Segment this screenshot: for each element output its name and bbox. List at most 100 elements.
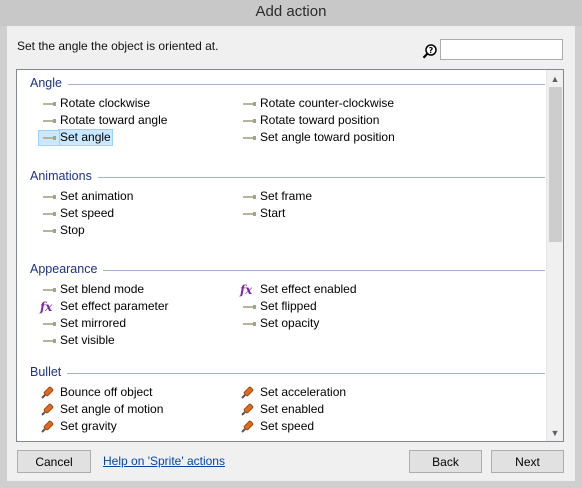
next-button[interactable]: Next [491,450,564,473]
action-item-label: Set blend mode [60,282,145,296]
action-item[interactable]: Set mirrored [39,315,127,332]
action-item[interactable]: Set angle toward position [239,129,396,146]
search-input[interactable] [440,39,563,60]
action-item[interactable]: Set angle of motion [39,401,164,418]
action-item[interactable]: Set acceleration [239,384,347,401]
category-title: Bullet [30,365,62,379]
action-item-label: Set speed [60,206,115,220]
action-item-label: Set visible [60,333,115,347]
vertical-scrollbar[interactable]: ▲ ▼ [546,70,563,441]
cancel-button[interactable]: Cancel [17,450,91,473]
bullet-icon [239,386,259,400]
category-title: Animations [30,169,92,183]
action-item-label: Set angle [58,129,113,146]
action-item[interactable]: Set enabled [239,401,325,418]
action-item[interactable]: Rotate toward position [239,112,380,129]
title-bar: Add action [0,0,582,26]
category-divider [67,83,545,85]
fx-icon: fx [240,282,253,297]
search-icon[interactable]: ? [422,43,438,60]
back-button[interactable]: Back [409,450,482,473]
action-icon [39,207,59,221]
action-icon [39,224,59,238]
action-item-label: Set mirrored [60,316,127,330]
category-header: Bullet [30,364,545,380]
action-item[interactable]: Stop [39,222,86,239]
action-item-label: Set flipped [260,299,317,313]
category-title: Angle [30,76,62,90]
action-icon [239,317,259,331]
action-icon [38,129,60,146]
category-title: Appearance [30,262,98,276]
action-item-label: Rotate toward position [260,113,380,127]
action-item[interactable]: Set visible [39,332,116,349]
action-item-label: Start [260,206,286,220]
action-item-label: Set effect parameter [60,299,169,313]
action-item[interactable]: Start [239,205,286,222]
action-item-label: Set gravity [60,419,117,433]
action-icon [239,97,259,111]
action-icon [239,190,259,204]
action-item-label: Set enabled [260,402,325,416]
bullet-icon [39,403,59,417]
action-item-label: Set acceleration [260,385,347,399]
svg-text:?: ? [429,46,434,55]
action-item-label: Rotate clockwise [60,96,151,110]
action-description: Set the angle the object is oriented at. [17,39,219,53]
help-link[interactable]: Help on 'Sprite' actions [103,454,225,468]
scrollbar-thumb[interactable] [549,87,562,242]
action-icon [239,207,259,221]
action-item[interactable]: Set blend mode [39,281,145,298]
action-icon [39,283,59,297]
action-item[interactable]: Set animation [39,188,134,205]
category-divider [67,372,545,374]
category-divider [103,269,545,271]
action-item-label: Set speed [260,419,315,433]
action-icon [39,114,59,128]
action-item-label: Rotate toward angle [60,113,168,127]
action-item[interactable]: Set speed [39,205,115,222]
window-title: Add action [255,3,327,20]
action-item-label: Rotate counter-clockwise [260,96,395,110]
action-icon [239,131,259,145]
action-icon [39,334,59,348]
category-header: Animations [30,168,545,184]
action-item-label: Set animation [60,189,134,203]
scroll-up-arrow-icon[interactable]: ▲ [547,70,563,87]
action-item[interactable]: Rotate clockwise [39,95,151,112]
action-icon [39,317,59,331]
action-icon [39,190,59,204]
action-item[interactable]: fx Set effect enabled [239,281,358,298]
action-item[interactable]: Set frame [239,188,313,205]
action-item[interactable]: Rotate counter-clockwise [239,95,395,112]
action-item[interactable]: Set flipped [239,298,318,315]
bullet-icon [239,420,259,434]
bullet-icon [239,403,259,417]
action-item[interactable]: Set gravity [39,418,118,435]
action-item-label: Stop [60,223,85,237]
action-item-label: Set opacity [260,316,320,330]
action-item-label: Set frame [260,189,313,203]
fx-icon: fx [40,299,53,314]
category-header: Appearance [30,261,545,277]
dialog-body: Set the angle the object is oriented at.… [7,26,575,481]
category-divider [97,176,545,178]
action-item[interactable]: Set speed [239,418,315,435]
action-icon [39,97,59,111]
action-item[interactable]: Rotate toward angle [39,112,168,129]
action-item[interactable]: fx Set effect parameter [39,298,170,315]
action-icon [239,300,259,314]
action-item-label: Set effect enabled [260,282,357,296]
action-item[interactable]: Set angle [38,129,113,146]
action-item-label: Bounce off object [60,385,153,399]
action-icon [239,114,259,128]
action-item[interactable]: Set opacity [239,315,320,332]
action-item-label: Set angle toward position [260,130,395,144]
bullet-icon [39,386,59,400]
action-list[interactable]: Bullet Bounce off object Set acceleration S… [16,69,564,442]
scroll-down-arrow-icon[interactable]: ▼ [547,424,563,441]
bullet-icon [39,420,59,434]
category-header: Angle [30,75,545,91]
action-item[interactable]: Bounce off object [39,384,154,401]
action-item-label: Set angle of motion [60,402,164,416]
